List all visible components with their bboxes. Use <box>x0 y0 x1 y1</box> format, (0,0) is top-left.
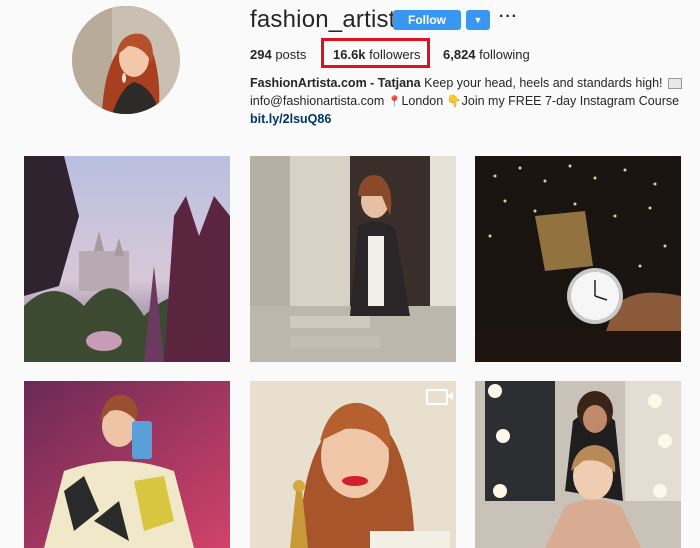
avatar-image <box>72 6 180 114</box>
post-tile[interactable] <box>475 381 681 548</box>
pointing-down-icon: 👇 <box>446 94 462 108</box>
post-tile[interactable] <box>475 156 681 362</box>
profile-username: fashion_artista <box>250 6 410 33</box>
post-tile[interactable] <box>24 156 230 362</box>
bio-tagline: Keep your head, heels and standards high… <box>424 76 663 90</box>
post-image-selfie-phone <box>24 381 230 548</box>
posts-label: posts <box>275 47 307 62</box>
post-tile[interactable] <box>24 381 230 548</box>
follow-dropdown-button[interactable]: ▼ <box>466 10 490 30</box>
envelope-icon <box>667 78 682 90</box>
bio-line-1: FashionArtista.com - Tatjana Keep your h… <box>250 76 682 90</box>
profile-avatar[interactable] <box>72 6 180 114</box>
bio-line-2: info@fashionartista.com 📍London 👇Join my… <box>250 94 679 108</box>
post-tile[interactable] <box>250 381 456 548</box>
post-image-watch-lights <box>475 156 681 362</box>
following-count: 6,824 <box>443 47 476 62</box>
posts-count: 294 <box>250 47 272 62</box>
post-image-hair-salon <box>475 381 681 548</box>
bio-link[interactable]: bit.ly/2lsuQ86 <box>250 112 331 126</box>
post-image-woman-doorway <box>250 156 456 362</box>
post-image-woman-award <box>250 381 456 548</box>
chevron-down-icon: ▼ <box>473 15 483 25</box>
followers-highlight-box <box>321 38 430 68</box>
following-stat[interactable]: 6,824 following <box>443 47 530 62</box>
bio-cta: Join my FREE 7-day Instagram Course <box>461 94 680 108</box>
following-label: following <box>479 47 530 62</box>
post-tile[interactable] <box>250 156 456 362</box>
bio-location: London <box>401 94 444 108</box>
follow-button[interactable]: Follow <box>393 10 461 30</box>
posts-stat: 294 posts <box>250 47 306 62</box>
location-pin-icon: 📍 <box>387 96 402 108</box>
post-image-flowers-castle <box>24 156 230 362</box>
bio-name: FashionArtista.com - Tatjana <box>250 76 421 90</box>
bio-email: info@fashionartista.com <box>250 94 385 108</box>
more-horizontal-icon[interactable]: ··· <box>499 8 518 26</box>
video-camera-icon <box>426 389 453 405</box>
